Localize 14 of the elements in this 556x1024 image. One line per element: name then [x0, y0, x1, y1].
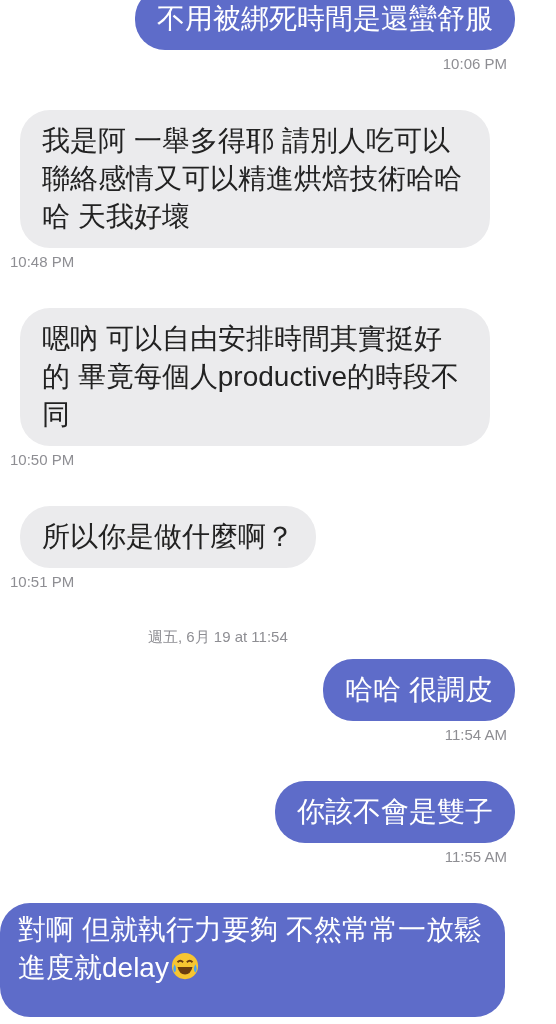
message-bubble: 不用被綁死時間是還蠻舒服	[135, 0, 515, 50]
message-time: 10:48 PM	[10, 253, 75, 270]
message-bubble: 你該不會是雙子	[275, 781, 515, 843]
message-time: 11:55 AM	[444, 848, 507, 865]
message-bubble: 對啊 但就執行力要夠 不然常常一放鬆進度就delay	[0, 903, 505, 1017]
message-time: 10:50 PM	[10, 451, 75, 468]
date-separator: 週五, 6月 19 at 11:54	[148, 628, 289, 647]
message-bubble: 哈哈 很調皮	[323, 659, 515, 721]
message-time: 11:54 AM	[444, 726, 507, 743]
message-time: 10:51 PM	[10, 573, 75, 590]
message-bubble: 所以你是做什麼啊？	[20, 506, 316, 568]
message-bubble: 我是阿 一舉多得耶 請別人吃可以聯絡感情又可以精進烘焙技術哈哈哈 天我好壞	[20, 110, 490, 248]
message-bubble: 嗯吶 可以自由安排時間其實挺好的 畢竟每個人productive的時段不同	[20, 308, 490, 446]
message-time: 10:06 PM	[442, 55, 507, 72]
